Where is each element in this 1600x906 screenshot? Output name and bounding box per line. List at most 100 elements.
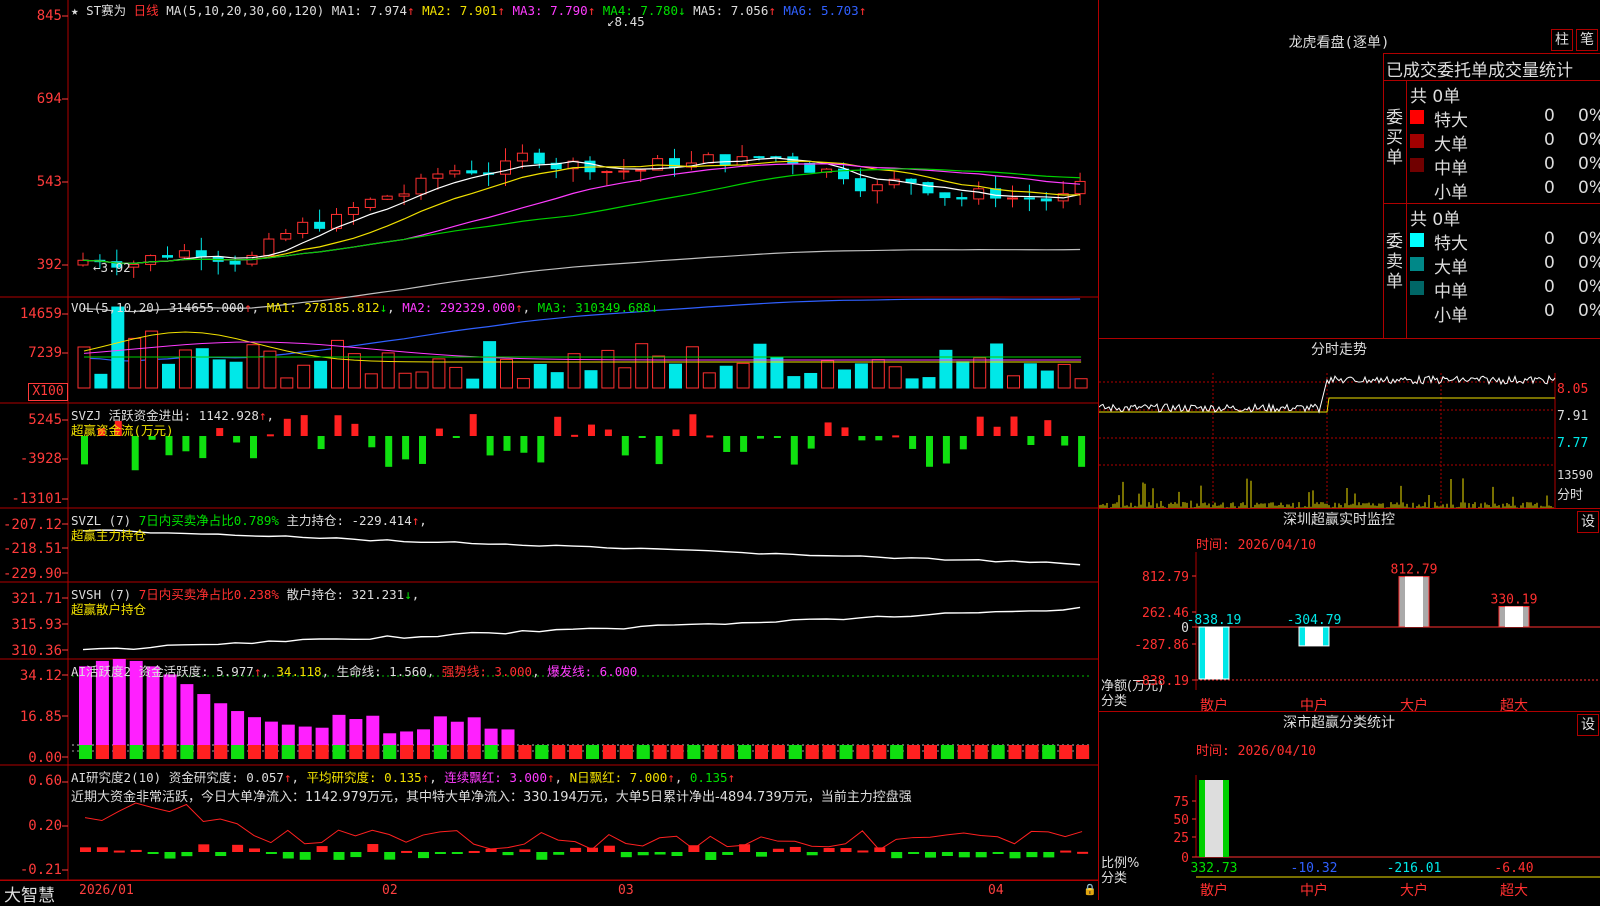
svsh-line — [82, 606, 1081, 651]
ai-research-bar — [249, 848, 260, 852]
volume-bar — [483, 341, 497, 389]
ai-research-bar — [130, 849, 142, 852]
ai-research-name: AI研究度2(10) — [71, 770, 162, 785]
ai-research-bar — [265, 852, 277, 854]
ai-active-base-bar — [214, 745, 228, 759]
ai-research-bar — [908, 852, 920, 854]
svzj-bar — [385, 436, 393, 467]
volume-bar — [787, 376, 801, 389]
svsh-sub-label: 超赢散户持仓 — [71, 602, 147, 617]
svzj-bar — [554, 416, 562, 436]
svzj-bar — [1027, 436, 1035, 446]
svzj-bar — [351, 423, 359, 436]
ai-research-bar — [1026, 852, 1038, 858]
period-label[interactable]: 日线 — [134, 3, 159, 18]
ai-research-bar — [975, 852, 987, 858]
svzj-bar — [604, 429, 612, 436]
indicator-charts[interactable] — [0, 0, 1098, 900]
ai-active-base-bar — [1008, 745, 1022, 759]
ai-active-base-bar — [771, 745, 785, 759]
ai-research-bar — [350, 852, 362, 858]
monitor-category-label: 大户 — [1400, 697, 1428, 714]
ai-active-label: 资金活跃度: — [138, 664, 209, 679]
ai-research-bar — [215, 852, 227, 857]
svzj-bar — [233, 436, 241, 443]
volume-bar — [314, 360, 328, 389]
volume-bar — [195, 348, 209, 389]
ai-research-bar — [654, 852, 666, 855]
monitor-bar-highlight — [1305, 627, 1323, 646]
volume-bar — [736, 362, 750, 389]
stats-category-label: 散户 — [1200, 882, 1228, 899]
ai-research-bar — [806, 852, 818, 856]
candle — [719, 154, 731, 166]
candle — [1023, 197, 1035, 200]
candle — [516, 152, 528, 162]
candle — [280, 232, 292, 240]
stats-category-label: 中户 — [1300, 882, 1328, 899]
candle — [195, 250, 207, 258]
volume-bar — [652, 355, 666, 389]
svsh-value: 321.231 — [351, 587, 405, 602]
brand-label: 大智慧 — [4, 886, 55, 906]
ai-active-base-bar — [755, 745, 768, 759]
svzj-bar — [81, 436, 88, 465]
ai-active-base-bar — [687, 745, 701, 759]
svzj-bar — [993, 426, 1001, 436]
svzj-bar — [892, 435, 900, 438]
main-chart-area[interactable]: ★ ST赛为 日线 MA(5,10,20,30,60,120) MA1: 7.9… — [0, 0, 1098, 906]
svzj-bar — [520, 436, 528, 453]
ai-active-base-bar — [569, 745, 583, 759]
svzj-bar — [402, 436, 410, 460]
candle — [1007, 197, 1018, 200]
monitor-value-label: -838.19 — [1187, 613, 1242, 628]
vol-ma1: MA1: 278185.812 — [266, 300, 380, 315]
svzl-axis-label: -207.12 — [2, 517, 62, 533]
volume-bar — [854, 363, 868, 389]
star-icon: ★ — [71, 3, 79, 18]
svzj-bar — [283, 418, 291, 436]
ai-research-bar — [147, 852, 159, 854]
volume-bar — [922, 377, 936, 389]
ai-active-base-bar — [180, 745, 194, 759]
volume-bar — [550, 372, 564, 389]
stats-value-label: 332.73 — [1191, 861, 1238, 876]
stats-axis-label: 25 — [1173, 831, 1189, 846]
lock-icon[interactable]: 🔒 — [1083, 883, 1097, 896]
ai-active-base-bar — [552, 745, 566, 759]
right-panel: 龙虎看盘(逐单) 柱 笔 已成交委托单成交量统计 委买单 委卖单 共 0单 共 … — [1098, 0, 1600, 900]
svzj-bar — [824, 422, 832, 436]
ai-research-bar — [451, 852, 463, 854]
ai-active-base-bar — [248, 745, 261, 759]
vol-unit-label: X100 — [28, 383, 68, 401]
candle — [854, 178, 866, 192]
ai-burst-line: 爆发线: 6.000 — [547, 664, 638, 679]
candle — [381, 195, 393, 200]
volume-bar — [94, 373, 108, 389]
svzj-bar — [1061, 436, 1069, 446]
volume-bar — [669, 363, 682, 389]
vol-value: 314655.000 — [168, 300, 245, 315]
svzj-bar — [266, 434, 274, 437]
ai-active-base-bar — [653, 745, 667, 759]
svzj-bar — [571, 434, 579, 437]
ai-active-base-bar — [822, 745, 836, 759]
price-axis-label: 543 — [36, 174, 62, 190]
candle — [297, 221, 309, 234]
svzj-bar — [926, 436, 933, 467]
ai-research-bar — [840, 848, 852, 852]
ai-active-base-bar — [197, 745, 211, 759]
volume-bar — [347, 353, 361, 389]
ai-research-bar — [857, 850, 869, 853]
ai-active-base-bar — [1025, 745, 1039, 759]
ai-active-base-bar — [298, 745, 312, 759]
stats-value-label: -10.32 — [1291, 861, 1338, 876]
ai-active-base-bar — [907, 745, 921, 759]
svzl-ratio: 7日内买卖净占比0.789% — [138, 513, 279, 528]
ai-active-base-bar — [721, 745, 735, 759]
candle — [263, 238, 275, 256]
monitor-category-label: 超大 — [1500, 698, 1528, 714]
ai-active-base-bar — [704, 745, 718, 759]
ma-params: MA(5,10,20,30,60,120) — [166, 3, 325, 18]
ai-active-base-bar — [856, 745, 870, 759]
